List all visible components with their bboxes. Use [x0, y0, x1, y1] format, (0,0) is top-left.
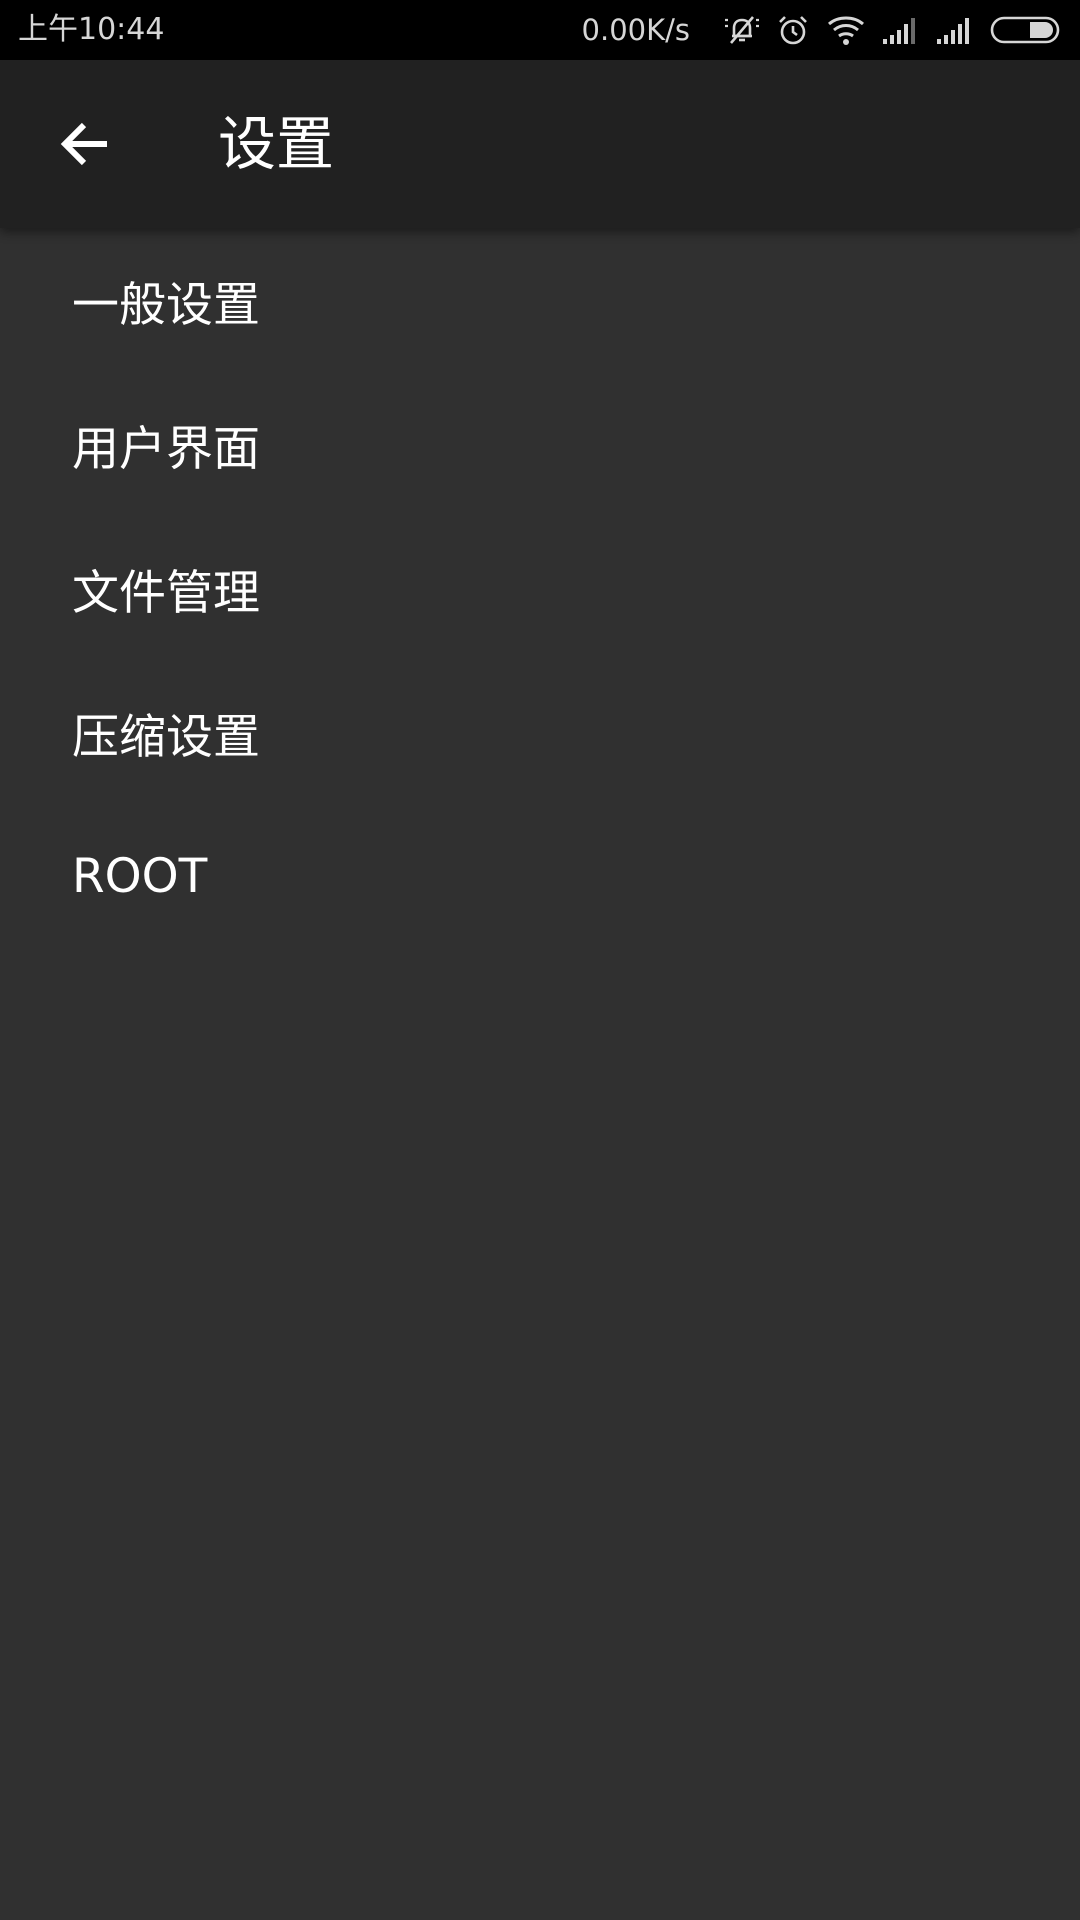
wifi-icon	[826, 10, 866, 50]
settings-list: 一般设置 用户界面 文件管理 压缩设置 ROOT	[0, 228, 1080, 948]
status-icons: 0.00K/s	[582, 0, 1062, 60]
settings-item-label: 一般设置	[72, 277, 260, 333]
network-speed: 0.00K/s	[581, 13, 690, 47]
settings-item-file-management[interactable]: 文件管理	[0, 516, 1080, 660]
settings-item-compression[interactable]: 压缩设置	[0, 660, 1080, 804]
status-time: 上午10:44	[18, 12, 165, 47]
battery-icon	[990, 10, 1062, 50]
settings-item-root[interactable]: ROOT	[0, 804, 1080, 948]
signal-icon	[882, 10, 920, 50]
bell-muted-icon	[724, 10, 760, 50]
settings-item-label: 文件管理	[72, 565, 260, 621]
settings-item-label: 用户界面	[72, 421, 260, 477]
app-bar: 设置	[0, 60, 1080, 228]
settings-item-general[interactable]: 一般设置	[0, 228, 1080, 372]
page-title: 设置	[218, 110, 335, 178]
signal-icon	[936, 10, 974, 50]
settings-item-label: ROOT	[72, 848, 208, 904]
settings-item-user-interface[interactable]: 用户界面	[0, 372, 1080, 516]
settings-item-label: 压缩设置	[72, 709, 260, 765]
alarm-icon	[776, 10, 810, 50]
status-bar: 上午10:44 0.00K/s	[0, 0, 1080, 60]
arrow-left-icon	[60, 122, 107, 166]
back-button[interactable]	[40, 104, 130, 184]
